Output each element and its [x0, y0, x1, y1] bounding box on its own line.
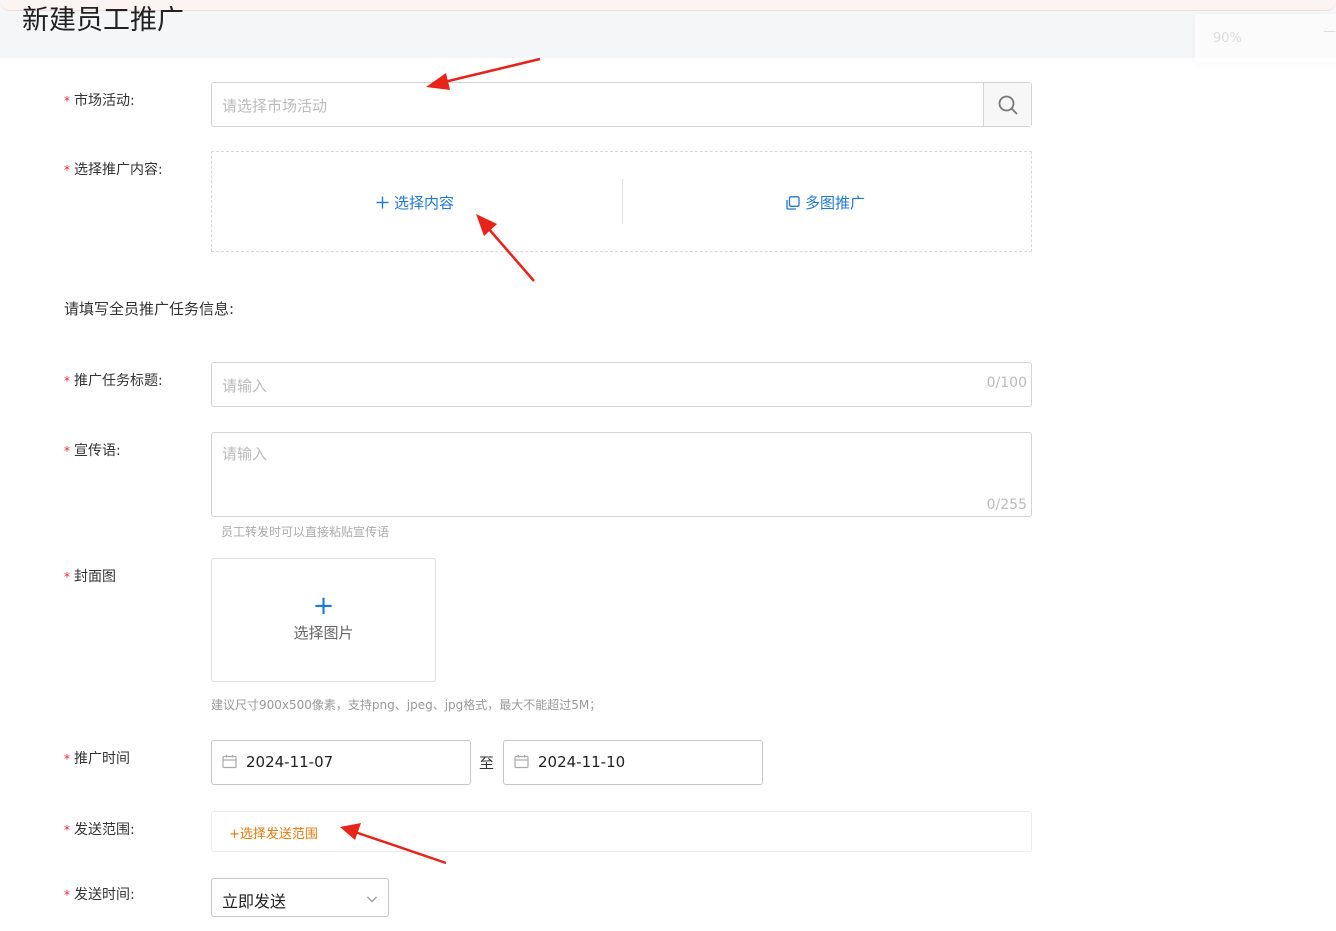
scope-field: +选择发送范围	[211, 811, 1032, 852]
search-icon	[998, 95, 1017, 114]
required-mark: *	[64, 163, 70, 177]
divider	[622, 179, 623, 224]
calendar-icon	[222, 754, 237, 769]
slogan-hint: 员工转发时可以直接粘贴宣传语	[221, 525, 390, 539]
required-mark: *	[64, 752, 70, 766]
required-mark: *	[64, 94, 70, 108]
cover-label-text: 封面图	[74, 569, 116, 585]
zoom-popup: 90% —	[1195, 14, 1336, 62]
start-date-value: 2024-11-07	[246, 753, 334, 771]
market-activity-label-text: 市场活动:	[74, 93, 135, 109]
cover-label: * 封面图	[64, 566, 116, 586]
market-activity-placeholder: 请选择市场活动	[222, 97, 328, 115]
send-time-select[interactable]: 立即发送	[211, 878, 389, 917]
task-title-label: * 推广任务标题:	[64, 370, 163, 390]
multi-image-button[interactable]: 多图推广	[786, 192, 865, 213]
slogan-placeholder: 请输入	[222, 445, 268, 463]
content-picker: 选择内容 多图推广	[211, 151, 1032, 252]
slogan-textarea[interactable]: 请输入 0/255	[211, 432, 1032, 517]
chevron-down-icon	[367, 896, 377, 903]
task-title-counter: 0/100	[986, 375, 1027, 391]
calendar-icon	[514, 754, 529, 769]
task-title-label-text: 推广任务标题:	[74, 373, 163, 389]
end-date-picker[interactable]: 2024-11-10	[503, 740, 763, 785]
slogan-label: * 宣传语:	[64, 440, 121, 460]
end-date-value: 2024-11-10	[538, 753, 626, 771]
send-time-value: 立即发送	[222, 892, 287, 911]
date-separator: 至	[479, 754, 495, 772]
content-label-text: 选择推广内容:	[74, 162, 163, 178]
period-label-text: 推广时间	[74, 751, 130, 767]
plus-icon	[376, 196, 389, 209]
multi-image-label: 多图推广	[805, 194, 866, 212]
zoom-value: 90%	[1213, 31, 1242, 46]
required-mark: *	[64, 888, 70, 902]
select-content-button[interactable]: 选择内容	[376, 192, 454, 213]
required-mark: *	[64, 444, 70, 458]
copy-icon	[786, 195, 800, 210]
period-label: * 推广时间	[64, 748, 130, 768]
scope-label-text: 发送范围:	[74, 822, 135, 838]
send-time-label-text: 发送时间:	[74, 887, 135, 903]
section-heading: 请填写全员推广任务信息:	[64, 300, 235, 318]
upload-label: 选择图片	[293, 624, 354, 642]
cover-hint: 建议尺寸900x500像素，支持png、jpeg、jpg格式，最大不能超过5M；	[211, 698, 602, 712]
select-content-label: 选择内容	[394, 194, 455, 212]
zoom-dash: —	[1323, 24, 1336, 39]
select-scope-link[interactable]: +选择发送范围	[229, 823, 318, 842]
market-activity-input[interactable]: 请选择市场活动	[211, 82, 1032, 127]
task-title-placeholder: 请输入	[222, 377, 268, 395]
task-title-input[interactable]: 请输入 0/100	[211, 362, 1032, 407]
page-title: 新建员工推广	[22, 5, 184, 32]
slogan-counter: 0/255	[986, 497, 1027, 513]
search-button[interactable]	[983, 83, 1031, 126]
send-time-label: * 发送时间:	[64, 884, 135, 904]
browser-top-edge	[0, 0, 1336, 11]
content-label: * 选择推广内容:	[64, 159, 163, 179]
start-date-picker[interactable]: 2024-11-07	[211, 740, 471, 785]
slogan-label-text: 宣传语:	[74, 443, 121, 459]
cover-upload[interactable]: + 选择图片	[211, 558, 436, 682]
required-mark: *	[64, 570, 70, 584]
scope-label: * 发送范围:	[64, 819, 135, 839]
plus-icon: +	[312, 591, 335, 621]
market-activity-label: * 市场活动:	[64, 90, 135, 110]
required-mark: *	[64, 823, 70, 837]
required-mark: *	[64, 374, 70, 388]
